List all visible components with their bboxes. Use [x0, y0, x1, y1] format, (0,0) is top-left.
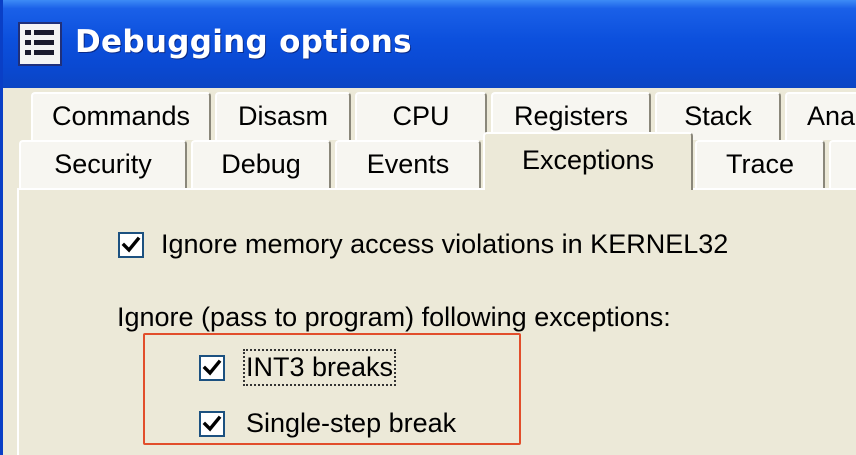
tab-trace[interactable]: Trace	[695, 140, 825, 188]
int3-breaks-checkbox[interactable]	[199, 355, 225, 381]
single-step-break-label[interactable]: Single-step break	[246, 408, 456, 439]
tab-cpu[interactable]: CPU	[355, 92, 487, 140]
tab-disasm[interactable]: Disasm	[215, 92, 351, 140]
tab-events[interactable]: Events	[335, 140, 481, 188]
tab-strip: Commands Disasm CPU Registers Stack Ana …	[3, 88, 856, 190]
ignore-kernel32-checkbox[interactable]	[118, 232, 144, 258]
check-icon	[202, 359, 222, 376]
tab-partial[interactable]	[829, 140, 856, 188]
tab-security[interactable]: Security	[19, 140, 187, 188]
tab-exceptions[interactable]: Exceptions	[483, 132, 693, 190]
panel-left-edge	[3, 188, 19, 455]
debugging-options-window: Debugging options Commands Disasm CPU Re…	[0, 0, 856, 455]
ignore-kernel32-label[interactable]: Ignore memory access violations in KERNE…	[161, 229, 728, 260]
int3-breaks-label[interactable]: INT3 breaks	[242, 349, 397, 386]
check-icon	[121, 236, 141, 253]
tab-commands[interactable]: Commands	[31, 92, 211, 140]
tab-ana[interactable]: Ana	[785, 92, 856, 140]
list-icon	[18, 22, 62, 66]
single-step-break-checkbox[interactable]	[199, 411, 225, 437]
tab-debug[interactable]: Debug	[191, 140, 331, 188]
window-title: Debugging options	[75, 24, 412, 60]
check-icon	[202, 415, 222, 432]
title-bar[interactable]: Debugging options	[3, 0, 856, 88]
ignore-exceptions-section-label: Ignore (pass to program) following excep…	[117, 302, 671, 332]
